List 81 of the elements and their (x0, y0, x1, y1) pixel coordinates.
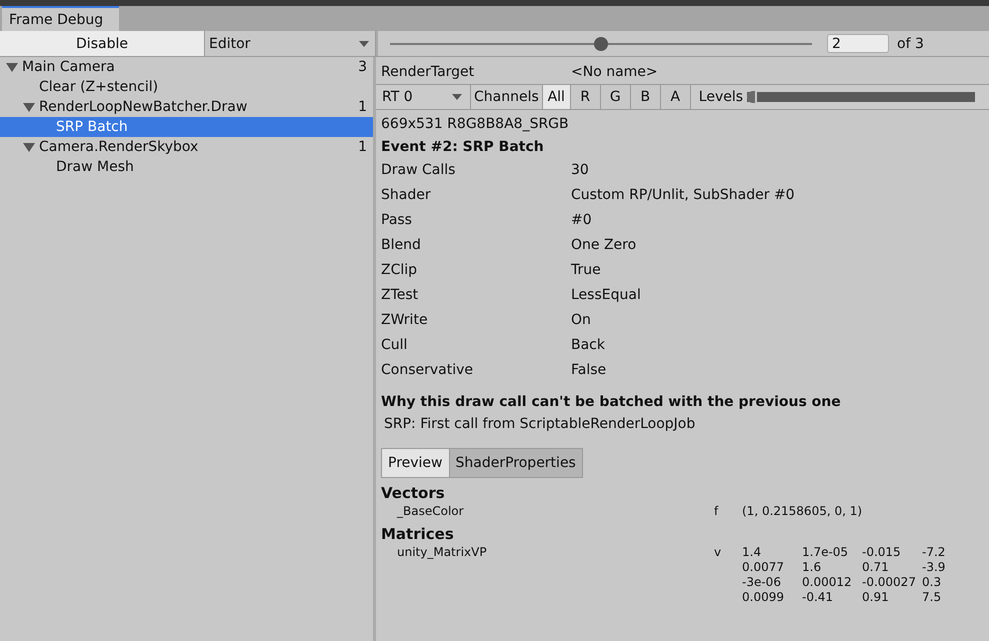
view-tab[interactable]: ShaderProperties (450, 448, 583, 478)
tree-item-label: Draw Mesh (56, 159, 135, 175)
property-value: 7.5 (922, 590, 942, 605)
tree-item-label: SRP Batch (56, 119, 129, 135)
property-label: ZTest (381, 286, 420, 304)
tree-item-label: Camera.RenderSkybox (39, 139, 200, 155)
property-value: Custom RP/Unlit, SubShader #0 (571, 186, 796, 204)
property-value: -0.015 (862, 545, 902, 560)
batch-heading: Why this draw call can't be batched with the previous one (381, 393, 842, 412)
texture-format: 669x531 R8G8B8A8_SRGB (381, 115, 570, 134)
property-label: ZClip (381, 260, 418, 280)
event-count: 1 (358, 99, 367, 115)
property-label: Pass (381, 210, 413, 230)
rt-dropdown[interactable]: RT 0 (380, 85, 471, 109)
dropdown-value: RT 0 (382, 89, 413, 105)
property-label: Cull (381, 336, 408, 354)
property-value: LessEqual (571, 286, 642, 304)
tree-item-label: Clear (Z+stencil) (39, 79, 160, 95)
event-field[interactable]: 2 (827, 34, 889, 53)
property-label: Shader (381, 186, 432, 204)
property-value: 1.7e-05 (802, 545, 850, 560)
disable-button[interactable]: Disable (0, 31, 205, 56)
expand-arrow-icon[interactable] (6, 62, 18, 72)
property-value: 0.0099 (742, 590, 785, 605)
property-value: 0.0077 (742, 560, 785, 575)
view-tab[interactable]: Preview (381, 448, 450, 478)
property-value: 0.71 (862, 560, 890, 575)
property-value: #0 (571, 210, 593, 230)
property-label: Conservative (381, 360, 474, 380)
target-dropdown[interactable]: Editor (205, 31, 376, 56)
property-type: f (714, 504, 720, 519)
property-value: 30 (571, 160, 590, 180)
property-value: -0.41 (802, 590, 834, 605)
levels-slider[interactable] (747, 91, 976, 103)
dropdown-value: Editor (209, 36, 250, 52)
window-tab[interactable]: Frame Debug (2, 6, 120, 31)
slider-thumb[interactable] (747, 91, 758, 103)
slider-thumb[interactable] (594, 36, 608, 50)
property-value: True (571, 260, 602, 280)
property-value: False (571, 360, 608, 380)
event-count: 1 (358, 139, 367, 155)
property-value: 0.91 (862, 590, 890, 605)
caret-icon (359, 40, 369, 46)
field-value: <No name> (571, 64, 658, 80)
property-value: Back (571, 336, 606, 354)
tree-item-label: RenderLoopNewBatcher.Draw (39, 99, 248, 115)
property-label: Draw Calls (381, 160, 456, 180)
property-value: 1.6 (802, 560, 822, 575)
event-count: 3 (358, 59, 367, 75)
property-value: -3e-06 (742, 575, 782, 590)
tree-item[interactable]: Draw Mesh (0, 157, 373, 177)
property-value: 1.4 (742, 545, 762, 560)
section-heading: Vectors (381, 483, 446, 502)
property-value: -0.00027 (862, 575, 917, 590)
channel-toggle[interactable]: All (542, 85, 570, 109)
tree-item-label: Main Camera (22, 59, 116, 75)
tree-item[interactable]: Clear (Z+stencil) (0, 77, 373, 97)
field-label: RenderTarget (381, 64, 476, 80)
property-name: unity_MatrixVP (396, 545, 488, 560)
property-label: ZWrite (381, 310, 429, 330)
property-value: -7.2 (922, 545, 946, 560)
property-name: _BaseColor (396, 504, 465, 519)
event-title: Event #2: SRP Batch (381, 138, 545, 157)
caret-icon (452, 94, 462, 100)
property-type: v (714, 545, 722, 560)
channels-label: Channels (473, 88, 540, 107)
section-heading: Matrices (381, 524, 455, 543)
property-label: Blend (381, 236, 422, 254)
property-value: 0.00012 (802, 575, 853, 590)
property-value: -3.9 (922, 560, 946, 575)
property-value: 0.3 (922, 575, 942, 590)
tree-item[interactable]: SRP Batch (0, 117, 373, 137)
property-value: On (571, 310, 592, 330)
levels-label: Levels (698, 89, 744, 105)
expand-arrow-icon[interactable] (23, 142, 35, 152)
property-value: (1, 0.2158605, 0, 1) (742, 504, 864, 519)
tree-item[interactable]: Camera.RenderSkybox 1 (0, 137, 373, 157)
property-value: One Zero (571, 236, 638, 254)
event-total: of 3 (897, 36, 924, 52)
tree-item[interactable]: Main Camera 3 (0, 57, 373, 77)
batch-reason: SRP: First call from ScriptableRenderLoopJob (383, 415, 696, 434)
